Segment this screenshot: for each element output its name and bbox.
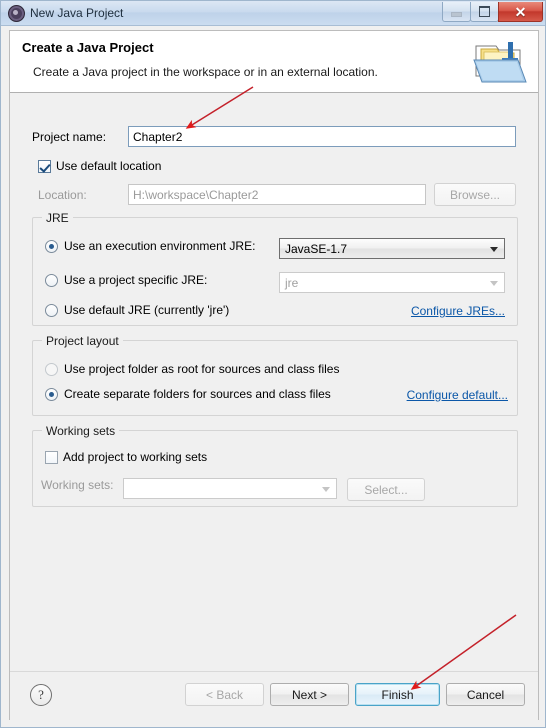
minimize-button[interactable] [442, 2, 471, 22]
new-java-project-window: New Java Project ✕ Create a Java Project… [0, 0, 546, 728]
maximize-button[interactable] [470, 2, 499, 22]
configure-default-link[interactable]: Configure default... [407, 388, 508, 402]
location-input [128, 184, 426, 205]
working-sets-group-title: Working sets [42, 424, 120, 438]
jre-execution-env-label: Use an execution environment JRE: [64, 239, 256, 253]
minimize-icon [451, 12, 462, 17]
eclipse-wizard-icon [8, 5, 25, 22]
close-button[interactable]: ✕ [498, 2, 543, 22]
chevron-down-icon [322, 487, 330, 492]
location-label: Location: [38, 187, 87, 202]
cancel-button[interactable]: Cancel [446, 683, 525, 706]
jre-group-title: JRE [42, 211, 73, 225]
close-icon: ✕ [514, 3, 527, 20]
add-to-working-sets-label: Add project to working sets [63, 450, 208, 464]
layout-separate-label: Create separate folders for sources and … [64, 387, 331, 401]
execution-env-value: JavaSE-1.7 [285, 242, 348, 256]
execution-env-combo[interactable]: JavaSE-1.7 [279, 238, 505, 259]
window-controls: ✕ [442, 2, 543, 23]
layout-separate-radio[interactable] [45, 387, 58, 401]
layout-separate-option[interactable]: Create separate folders for sources and … [45, 387, 331, 401]
add-to-working-sets-row[interactable]: Add project to working sets [45, 450, 207, 464]
jre-project-specific-label: Use a project specific JRE: [64, 273, 208, 287]
jre-execution-env-radio[interactable] [45, 239, 58, 253]
project-name-row: Project name: [32, 126, 516, 147]
jre-default-option[interactable]: Use default JRE (currently 'jre') [45, 303, 229, 317]
page-subtitle: Create a Java project in the workspace o… [33, 65, 378, 79]
jre-project-specific-option[interactable]: Use a project specific JRE: [45, 273, 207, 287]
working-sets-group: Working sets Add project to working sets… [32, 424, 518, 507]
project-name-input[interactable] [128, 126, 516, 147]
use-default-location-row[interactable]: Use default location [38, 159, 161, 173]
layout-root-option[interactable]: Use project folder as root for sources a… [45, 362, 339, 376]
project-specific-jre-combo: jre [279, 272, 505, 293]
wizard-dialog: Create a Java Project Create a Java proj… [9, 30, 539, 720]
jre-default-label: Use default JRE (currently 'jre') [64, 303, 230, 317]
layout-root-radio[interactable] [45, 362, 58, 376]
chevron-down-icon [490, 247, 498, 252]
wizard-form: Project name: Use default location Locat… [10, 93, 538, 720]
working-sets-label: Working sets: [41, 478, 114, 492]
add-to-working-sets-checkbox[interactable] [45, 450, 58, 464]
window-title: New Java Project [30, 6, 124, 20]
wizard-header: Create a Java Project Create a Java proj… [10, 31, 538, 93]
project-specific-jre-value: jre [285, 276, 299, 290]
restore-icon [479, 6, 490, 17]
working-sets-combo [123, 478, 337, 499]
jre-group: JRE Use an execution environment JRE: Ja… [32, 211, 518, 326]
location-row: Location: Browse... [38, 183, 516, 206]
title-bar: New Java Project ✕ [1, 1, 545, 26]
jre-default-radio[interactable] [45, 303, 58, 317]
use-default-location-label: Use default location [56, 159, 162, 173]
select-working-sets-button: Select... [347, 478, 425, 501]
finish-button[interactable]: Finish [355, 683, 440, 706]
jre-execution-env-option[interactable]: Use an execution environment JRE: [45, 239, 255, 253]
project-layout-group-title: Project layout [42, 334, 123, 348]
project-layout-group: Project layout Use project folder as roo… [32, 334, 518, 416]
use-default-location-checkbox[interactable] [38, 159, 51, 173]
chevron-down-icon [490, 281, 498, 286]
back-button: < Back [185, 683, 264, 706]
layout-root-label: Use project folder as root for sources a… [64, 362, 340, 376]
help-icon[interactable]: ? [30, 684, 52, 706]
footer-buttons: < Back Next > Finish Cancel [185, 683, 525, 706]
browse-button: Browse... [434, 183, 516, 206]
java-project-folder-icon [473, 42, 527, 83]
configure-jres-link[interactable]: Configure JREs... [411, 304, 505, 318]
project-name-label: Project name: [32, 129, 107, 144]
dialog-footer: ? < Back Next > Finish Cancel [10, 671, 538, 720]
jre-project-specific-radio[interactable] [45, 273, 58, 287]
page-title: Create a Java Project [22, 40, 154, 55]
next-button[interactable]: Next > [270, 683, 349, 706]
working-sets-row: Working sets: Select... [41, 478, 508, 501]
